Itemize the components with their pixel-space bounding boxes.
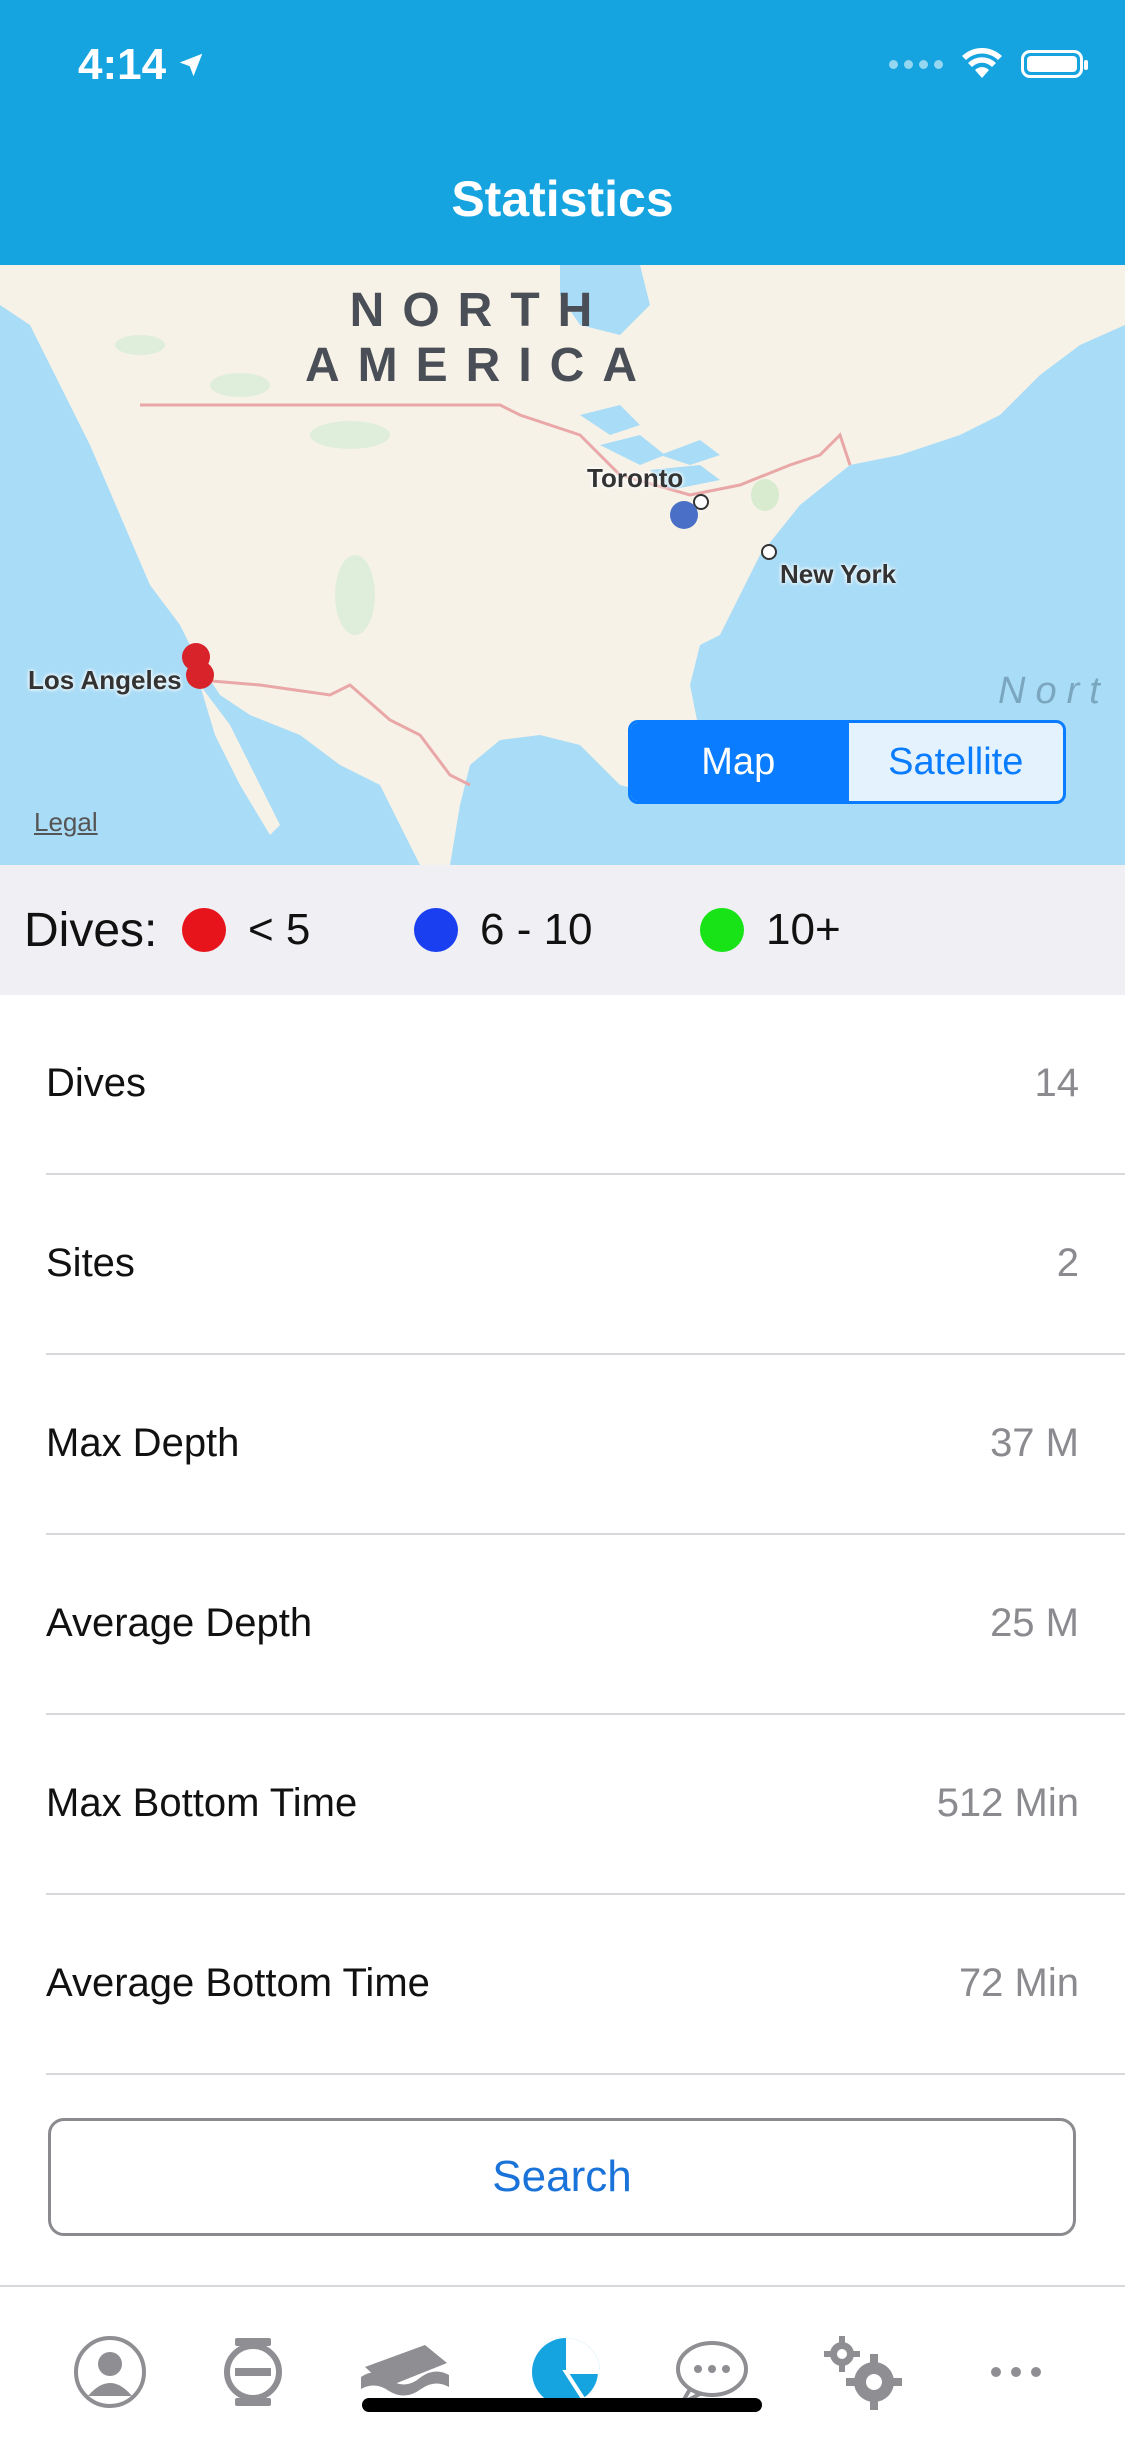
legal-link[interactable]: Legal — [34, 807, 98, 838]
map-toggle-satellite[interactable]: Satellite — [845, 723, 1064, 801]
stat-value: 25 M — [990, 1601, 1079, 1645]
stat-label: Max Bottom Time — [46, 1781, 358, 1825]
stat-row-sites: Sites 2 — [0, 1175, 1125, 1355]
dive-map[interactable]: NORTH AMERICA Toronto New York Los Angel… — [0, 265, 1125, 865]
stat-row-average-bottom-time: Average Bottom Time 72 Min — [0, 1895, 1125, 2075]
ocean-label: Nort — [998, 670, 1110, 712]
cellular-signal-icon — [889, 59, 943, 69]
stat-label: Sites — [46, 1241, 135, 1285]
stat-value: 14 — [1034, 1061, 1080, 1105]
status-time: 4:14 — [78, 40, 206, 90]
settings-gears-icon — [824, 2336, 902, 2410]
tab-more[interactable] — [966, 2327, 1066, 2417]
tab-bar — [0, 2285, 1125, 2438]
tab-dive-computer[interactable] — [203, 2327, 303, 2417]
tab-profile[interactable] — [60, 2327, 160, 2417]
nav-header: 4:14 Statistics — [0, 0, 1125, 265]
map-type-toggle[interactable]: Map Satellite — [628, 720, 1066, 804]
location-arrow-icon — [179, 53, 203, 77]
home-indicator[interactable] — [362, 2398, 762, 2412]
more-icon — [991, 2367, 1041, 2377]
map-toggle-map[interactable]: Map — [631, 723, 846, 801]
legend-item-10plus: 10+ — [700, 905, 841, 955]
stat-row-average-depth: Average Depth 25 M — [0, 1535, 1125, 1715]
wifi-icon — [962, 48, 1002, 78]
stat-row-max-bottom-time: Max Bottom Time 512 Min — [0, 1715, 1125, 1895]
stat-label: Dives — [46, 1061, 147, 1105]
statistics-list: Dives 14 Sites 2 Max Depth 37 M Average … — [0, 995, 1125, 2075]
stat-value: 72 Min — [958, 1961, 1079, 2005]
legend-item-6-10: 6 - 10 — [414, 905, 593, 955]
continent-label: NORTH AMERICA — [305, 284, 655, 392]
city-label-new-york: New York — [780, 559, 897, 589]
city-label-toronto: Toronto — [587, 463, 684, 493]
chat-icon — [676, 2341, 748, 2407]
stat-value: 2 — [1056, 1241, 1079, 1285]
stat-row-dives: Dives 14 — [0, 995, 1125, 1175]
stat-value: 512 Min — [936, 1781, 1079, 1825]
logbook-icon — [361, 2345, 449, 2396]
stat-value: 37 M — [990, 1421, 1079, 1465]
stat-row-max-depth: Max Depth 37 M — [0, 1355, 1125, 1535]
legend-title: Dives: — [24, 903, 158, 957]
dives-legend: Dives: < 5 6 - 10 10+ — [0, 865, 1125, 995]
stat-label: Average Depth — [46, 1601, 313, 1645]
red-dot-icon — [182, 908, 226, 952]
status-time-label: 4:14 — [78, 40, 167, 89]
dive-computer-icon — [224, 2338, 282, 2406]
stat-label: Average Bottom Time — [46, 1961, 430, 2005]
stat-label: Max Depth — [46, 1421, 240, 1465]
profile-icon — [74, 2336, 146, 2408]
city-label-los-angeles: Los Angeles — [28, 665, 182, 695]
green-dot-icon — [700, 908, 744, 952]
legend-item-lt5: < 5 — [182, 905, 310, 955]
battery-icon — [1021, 50, 1088, 78]
search-button[interactable]: Search — [48, 2118, 1076, 2236]
dive-pin-toronto[interactable] — [670, 501, 698, 529]
page-title: Statistics — [451, 171, 674, 227]
status-indicators — [889, 48, 1088, 80]
tab-settings[interactable] — [813, 2327, 913, 2417]
dive-pin-la-2[interactable] — [186, 661, 214, 689]
blue-dot-icon — [414, 908, 458, 952]
